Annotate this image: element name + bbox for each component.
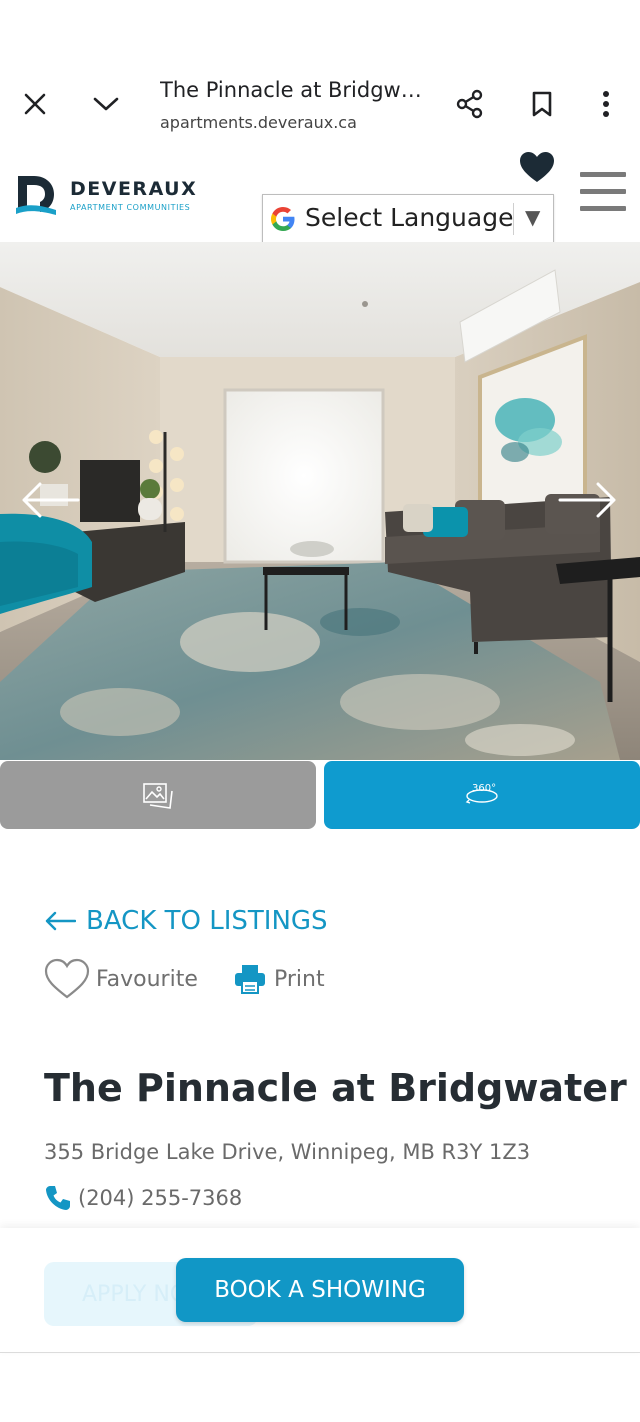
photos-icon (143, 783, 173, 809)
hamburger-menu-icon[interactable] (580, 172, 626, 212)
heart-outline-icon (44, 958, 90, 999)
language-select-divider (513, 203, 514, 235)
back-to-listings-label: BACK TO LISTINGS (86, 906, 328, 936)
language-select-label[interactable]: Select Language (305, 203, 513, 232)
print-button[interactable]: Print (234, 964, 325, 994)
action-bar: APPLY NOW BOOK A SHOWING (0, 1228, 640, 1353)
deveraux-logo-icon[interactable] (16, 174, 56, 220)
browser-url[interactable]: apartments.deveraux.ca (160, 113, 357, 132)
phone-number: (204) 255-7368 (78, 1186, 243, 1210)
heart-icon[interactable] (518, 150, 556, 188)
phone-link[interactable]: (204) 255-7368 (44, 1184, 242, 1212)
360-tour-button[interactable]: 360° (324, 761, 640, 829)
360-tour-label: 360° (472, 783, 497, 794)
phone-icon (46, 1186, 70, 1210)
brand-name[interactable]: DEVERAUX (70, 178, 197, 200)
property-title: The Pinnacle at Bridgwater (44, 1066, 627, 1110)
printer-icon (235, 965, 265, 994)
dropdown-arrow-icon[interactable]: ▼ (525, 205, 540, 229)
favourite-button[interactable]: Favourite (44, 958, 198, 1000)
photos-button[interactable] (0, 761, 316, 829)
close-icon[interactable] (15, 84, 55, 124)
back-to-listings-link[interactable]: BACK TO LISTINGS (44, 906, 328, 936)
property-address: 355 Bridge Lake Drive, Winnipeg, MB R3Y … (44, 1140, 531, 1164)
google-icon (269, 205, 297, 237)
book-a-showing-button[interactable]: BOOK A SHOWING (176, 1258, 464, 1322)
more-vert-icon[interactable] (586, 84, 626, 124)
living-room-photo (0, 242, 640, 760)
bookmark-icon[interactable] (522, 84, 562, 124)
arrow-right-icon[interactable] (558, 480, 618, 520)
gallery-photo[interactable] (0, 242, 640, 760)
site-header: DEVERAUX APARTMENT COMMUNITIES Select La… (0, 146, 640, 244)
language-select[interactable]: Select Language ▼ (262, 194, 554, 244)
arrow-left-icon[interactable] (20, 480, 80, 520)
share-icon[interactable] (450, 84, 490, 124)
chevron-down-icon[interactable] (86, 84, 126, 124)
brand-tagline: APARTMENT COMMUNITIES (70, 203, 191, 212)
arrow-back-icon (45, 911, 76, 931)
favourite-label: Favourite (96, 966, 198, 992)
browser-toolbar: The Pinnacle at Bridgwater apartments.de… (0, 62, 640, 147)
browser-page-title[interactable]: The Pinnacle at Bridgwater (160, 78, 422, 102)
print-label: Print (274, 966, 325, 992)
